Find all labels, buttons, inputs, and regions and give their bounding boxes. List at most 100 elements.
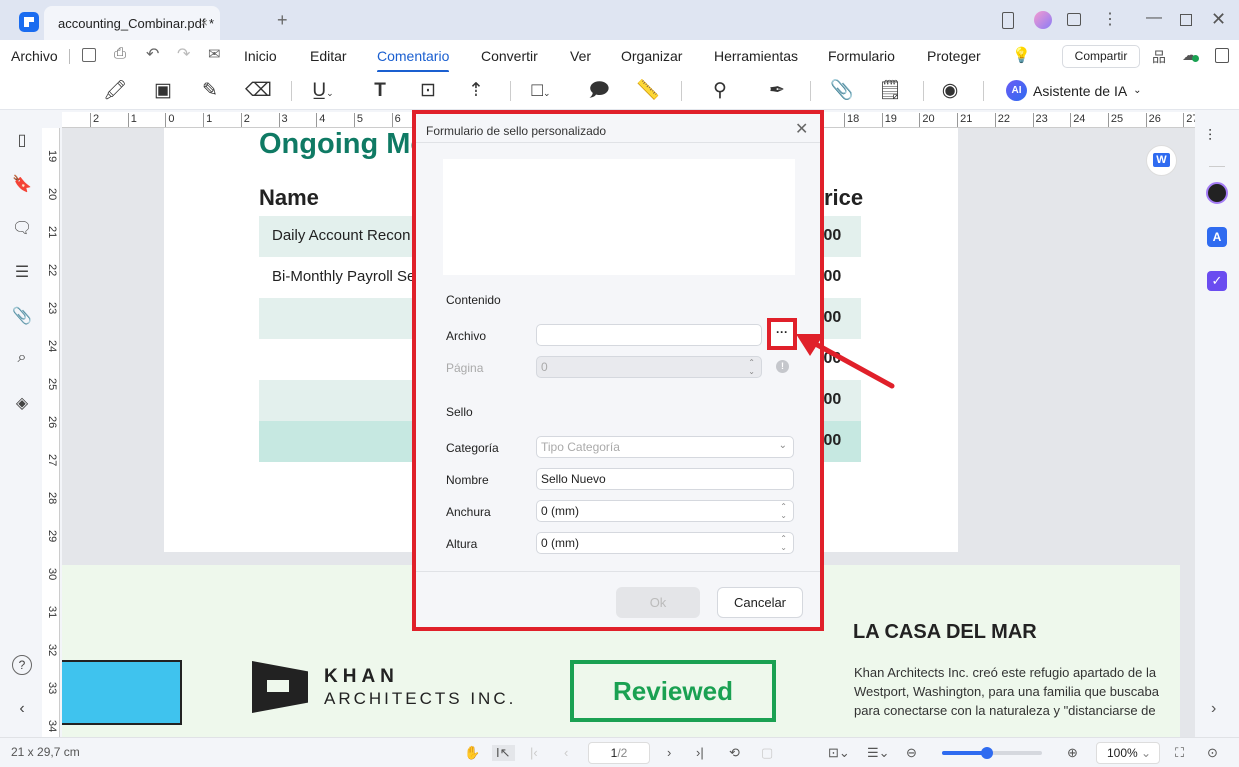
ai-assistant-button[interactable]: AI Asistente de IA ⌄ [1006, 80, 1142, 101]
menu-ver[interactable]: Ver [570, 48, 591, 64]
info-icon: ! [776, 360, 789, 373]
workflow-icon[interactable]: 品 [1152, 47, 1166, 67]
callout-icon[interactable]: ⇡ [463, 78, 489, 104]
area-highlight-icon[interactable]: ▣ [150, 78, 176, 104]
zoom-slider[interactable] [942, 747, 1042, 759]
pencil-icon[interactable]: ✎ [197, 78, 223, 104]
menu-comentario[interactable]: Comentario [377, 48, 450, 73]
close-dialog-icon[interactable]: ✕ [795, 119, 808, 139]
height-input[interactable]: 0 (mm) ⌃ ⌄ [536, 532, 794, 554]
menu-herramientas[interactable]: Herramientas [714, 48, 798, 64]
last-page-icon[interactable]: ›| [696, 745, 704, 760]
rotate-icon[interactable]: ⟲ [729, 745, 740, 761]
menu-archivo[interactable]: Archivo [11, 48, 58, 64]
eye-icon[interactable]: ◉ [937, 78, 963, 104]
layers-icon[interactable]: ◈ [12, 393, 32, 413]
spinner-icon[interactable]: ⌃ ⌄ [780, 502, 787, 520]
measure-icon[interactable]: 📏 [635, 78, 661, 104]
properties-icon[interactable]: ⫶ [1208, 128, 1212, 146]
feedback-icon[interactable] [1067, 13, 1081, 26]
translate-icon[interactable]: A [1207, 227, 1227, 247]
new-tab-button[interactable]: + [277, 10, 288, 31]
spinner-icon[interactable]: ⌃ ⌄ [780, 534, 787, 552]
cloud-sync-icon[interactable]: ☁ [1182, 46, 1199, 64]
help-icon[interactable]: ? [12, 655, 32, 675]
first-page-icon[interactable]: |‹ [530, 745, 538, 760]
undo-icon[interactable]: ↶ [146, 44, 159, 64]
menu-editar[interactable]: Editar [310, 48, 347, 64]
attachment-icon[interactable]: 📎 [829, 78, 855, 104]
signature-icon[interactable]: ✒ [764, 78, 790, 104]
bookmark-icon[interactable]: 🔖 [12, 174, 32, 194]
mobile-icon[interactable] [1002, 12, 1014, 29]
attachment-icon[interactable]: 📎 [12, 306, 32, 326]
zoom-slider-handle[interactable] [981, 747, 993, 759]
underline-icon[interactable]: U̲⌄ [310, 78, 336, 104]
document-tab[interactable]: accounting_Combinar.pdf * × [44, 6, 220, 40]
fit-mode-icon[interactable]: ⊡⌄ [828, 745, 850, 761]
highlight-icon[interactable]: 🖍 [102, 78, 128, 104]
ai-robot-icon[interactable] [1206, 182, 1228, 204]
search-icon[interactable]: ⌕ [12, 349, 32, 369]
reviewed-stamp: Reviewed [570, 660, 776, 722]
eraser-icon[interactable]: ⌫ [245, 78, 272, 104]
page-thumbnail-icon[interactable]: ▯ [12, 130, 32, 150]
share-button[interactable]: Compartir [1062, 45, 1140, 68]
stamp-preview [443, 159, 795, 275]
menu-organizar[interactable]: Organizar [621, 48, 682, 64]
note-icon[interactable]: 🗩 [586, 78, 612, 104]
page-number-input[interactable]: 1/2 [588, 742, 650, 764]
stamp-icon[interactable]: ⚲ [707, 78, 733, 104]
crop-icon[interactable]: ▢ [761, 745, 773, 761]
menu-inicio[interactable]: Inicio [244, 48, 277, 64]
ruler-tick-label: 21 [46, 226, 58, 239]
name-input[interactable]: Sello Nuevo [536, 468, 794, 490]
comment-icon[interactable]: 🗨 [12, 218, 32, 238]
document-title: Ongoing Mo [259, 128, 429, 160]
convert-to-word-button[interactable]: W [1146, 145, 1177, 176]
hand-tool-icon[interactable]: ✋ [464, 745, 480, 761]
collapse-ribbon-icon[interactable] [1215, 48, 1229, 63]
more-icon[interactable]: ⋮ [1102, 9, 1118, 29]
page-layout-icon[interactable]: ☰⌄ [867, 745, 890, 761]
ok-button[interactable]: Ok [616, 587, 700, 618]
maximize-icon[interactable] [1180, 14, 1192, 26]
save-icon[interactable] [82, 48, 96, 62]
width-input[interactable]: 0 (mm) ⌃ ⌄ [536, 500, 794, 522]
redo-icon[interactable]: ↷ [177, 44, 190, 64]
name-label: Nombre [446, 473, 489, 487]
avatar[interactable] [1034, 11, 1052, 29]
collapse-left-icon[interactable]: ‹ [12, 700, 32, 720]
cancel-button[interactable]: Cancelar [717, 587, 803, 618]
next-page-icon[interactable]: › [667, 745, 671, 760]
chevron-down-icon: ⌄ [1133, 85, 1142, 96]
annotation-arrow [796, 334, 895, 389]
close-tab-icon[interactable]: × [200, 15, 208, 30]
fullscreen-icon[interactable]: ⛶ [1175, 745, 1184, 761]
file-input[interactable] [536, 324, 762, 346]
zoom-select[interactable]: 100% ⌄ [1096, 742, 1160, 764]
zoom-out-icon[interactable]: ⊖ [906, 745, 917, 761]
print-icon[interactable]: ⎙ [114, 45, 126, 62]
task-check-icon[interactable]: ✓ [1207, 271, 1227, 291]
collapse-right-icon[interactable]: › [1211, 700, 1216, 718]
menu-proteger[interactable]: Proteger [927, 48, 981, 64]
textbox-icon[interactable]: ⊡ [415, 78, 441, 104]
page-label: Página [446, 361, 484, 375]
text-icon[interactable]: T [367, 78, 393, 104]
more-options-icon[interactable]: ⊙ [1207, 745, 1218, 761]
category-select[interactable]: Tipo Categoría ⌄ [536, 436, 794, 458]
menu-formulario[interactable]: Formulario [828, 48, 895, 64]
body-text: Khan Architects Inc. creó este refugio a… [854, 663, 1159, 720]
email-icon[interactable]: ✉ [208, 45, 221, 63]
minimize-icon[interactable]: — [1146, 9, 1162, 27]
lightbulb-icon[interactable]: 💡 [1012, 46, 1031, 64]
select-tool-icon[interactable]: I↖ [492, 745, 515, 761]
zoom-in-icon[interactable]: ⊕ [1067, 745, 1078, 761]
close-window-icon[interactable]: ✕ [1211, 9, 1226, 30]
fields-icon[interactable]: ☰ [12, 262, 32, 282]
shape-icon[interactable]: □⌄ [528, 78, 554, 104]
menu-convertir[interactable]: Convertir [481, 48, 538, 64]
comment-list-icon[interactable]: 🗒 [877, 78, 903, 104]
prev-page-icon[interactable]: ‹ [564, 745, 568, 760]
